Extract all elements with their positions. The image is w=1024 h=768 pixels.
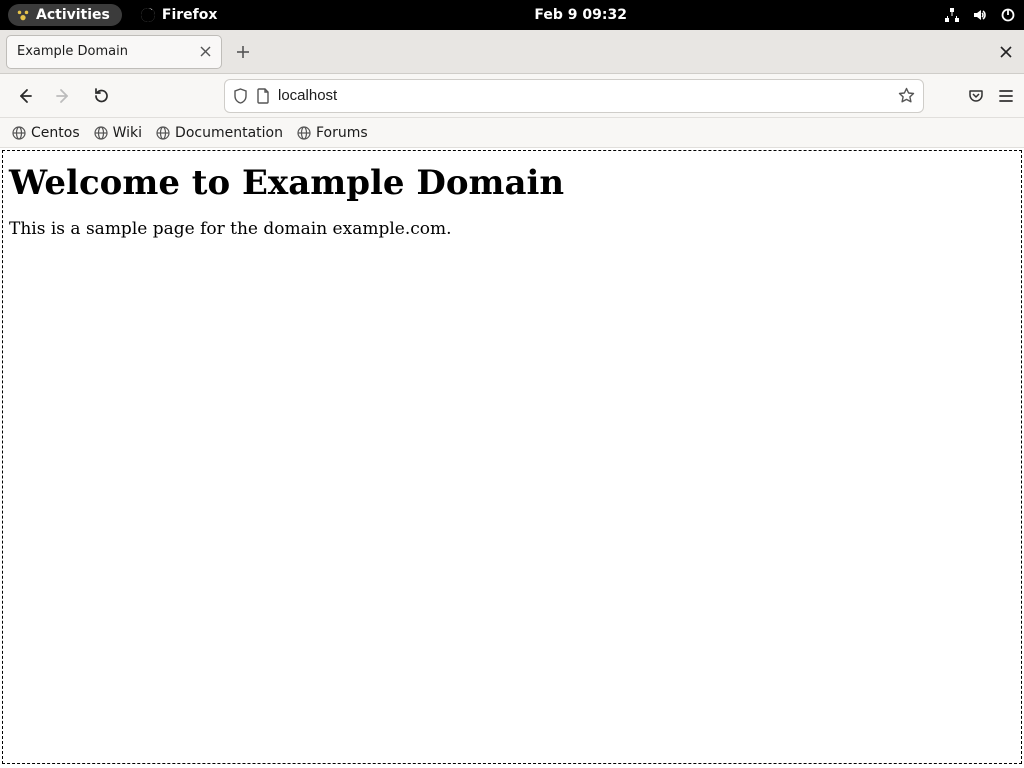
globe-icon <box>94 126 108 140</box>
pocket-icon[interactable] <box>968 88 984 104</box>
panel-app-name: Firefox <box>162 7 218 23</box>
back-button[interactable] <box>10 81 40 111</box>
url-bar[interactable] <box>224 79 924 113</box>
page-info-icon[interactable] <box>256 88 270 104</box>
firefox-icon <box>140 7 156 23</box>
bookmark-centos[interactable]: Centos <box>12 125 80 141</box>
reload-button[interactable] <box>86 81 116 111</box>
bookmark-documentation[interactable]: Documentation <box>156 125 283 141</box>
bookmark-forums[interactable]: Forums <box>297 125 368 141</box>
address-input[interactable] <box>278 87 890 104</box>
globe-icon <box>12 126 26 140</box>
panel-clock[interactable]: Feb 9 09:32 <box>534 7 627 23</box>
panel-app-indicator[interactable]: Firefox <box>140 7 218 23</box>
page-content: Welcome to Example Domain This is a samp… <box>2 150 1022 764</box>
browser-tab-bar: Example Domain <box>0 30 1024 74</box>
activities-button[interactable]: Activities <box>8 4 122 26</box>
volume-icon[interactable] <box>972 7 988 23</box>
bookmark-label: Centos <box>31 125 80 141</box>
bookmark-label: Forums <box>316 125 368 141</box>
window-close-button[interactable] <box>994 40 1018 64</box>
new-tab-button[interactable] <box>228 37 258 67</box>
app-menu-icon[interactable] <box>998 89 1014 103</box>
network-icon[interactable] <box>944 7 960 23</box>
bookmarks-toolbar: Centos Wiki Documentation Forums <box>0 118 1024 148</box>
bookmark-label: Wiki <box>113 125 142 141</box>
power-icon[interactable] <box>1000 7 1016 23</box>
globe-icon <box>297 126 311 140</box>
bookmark-wiki[interactable]: Wiki <box>94 125 142 141</box>
browser-tab-active[interactable]: Example Domain <box>6 35 222 69</box>
activities-icon <box>16 8 30 22</box>
bookmark-star-icon[interactable] <box>898 87 915 104</box>
page-heading: Welcome to Example Domain <box>9 163 1015 203</box>
activities-label: Activities <box>36 7 110 23</box>
tab-title: Example Domain <box>17 44 191 59</box>
globe-icon <box>156 126 170 140</box>
browser-toolbar <box>0 74 1024 118</box>
shield-icon[interactable] <box>233 88 248 104</box>
page-paragraph: This is a sample page for the domain exa… <box>9 219 1015 239</box>
forward-button[interactable] <box>48 81 78 111</box>
gnome-top-panel: Activities Firefox Feb 9 09:32 <box>0 0 1024 30</box>
tab-close-button[interactable] <box>197 44 213 60</box>
bookmark-label: Documentation <box>175 125 283 141</box>
